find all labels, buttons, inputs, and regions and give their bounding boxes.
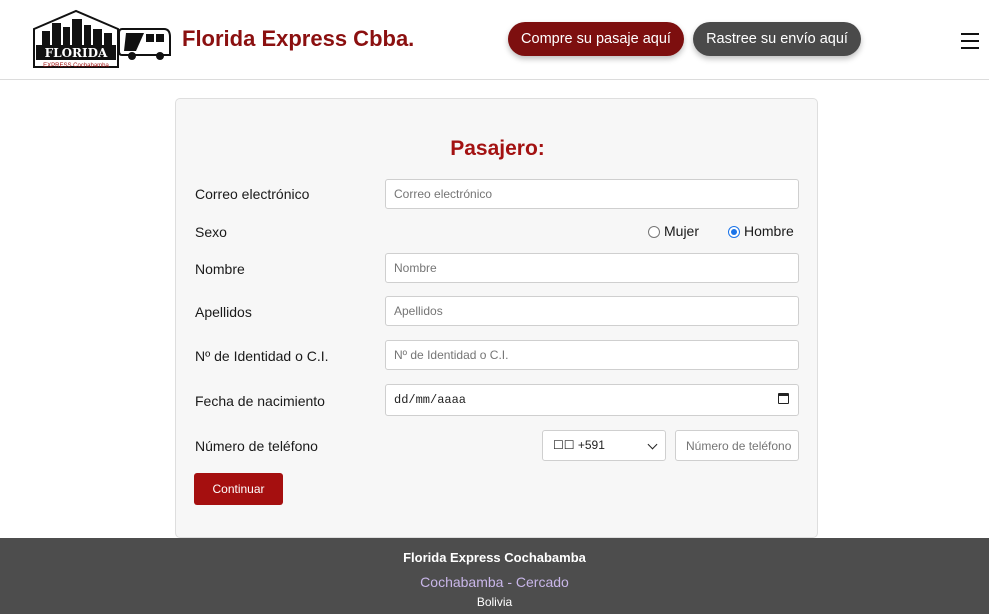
site-footer: Florida Express Cochabamba Cochabamba - …: [0, 538, 989, 614]
continue-button[interactable]: Continuar: [194, 473, 283, 505]
radio-female-label: Mujer: [664, 223, 700, 239]
footer-title: Florida Express Cochabamba: [403, 550, 586, 565]
birth-date-field[interactable]: dd/mm/aaaa: [385, 384, 799, 416]
logo-subtitle: EXPRESS Cochabamba: [43, 63, 109, 69]
phone-field[interactable]: [675, 430, 799, 461]
hamburger-icon[interactable]: [960, 31, 980, 51]
track-shipment-button[interactable]: Rastree su envío aquí: [693, 22, 861, 56]
calendar-icon[interactable]: [778, 393, 789, 404]
logo-wordmark: FLORIDA: [45, 46, 108, 60]
passenger-section-title: Pasajero:: [450, 137, 545, 160]
first-name-field[interactable]: [385, 253, 799, 283]
last-name-field[interactable]: [385, 296, 799, 326]
email-field[interactable]: [385, 179, 799, 209]
phone-label: Número de teléfono: [195, 438, 318, 454]
last-name-label: Apellidos: [195, 304, 252, 320]
radio-male-label: Hombre: [744, 223, 794, 239]
birth-date-placeholder: dd/mm/aaaa: [394, 393, 467, 407]
buy-ticket-button[interactable]: Compre su pasaje aquí: [508, 22, 684, 56]
id-number-field[interactable]: [385, 340, 799, 370]
brand-title: Florida Express Cbba.: [182, 26, 415, 51]
florida-express-logo[interactable]: FLORIDA EXPRESS Cochabamba: [32, 9, 172, 71]
passenger-form-card: Pasajero: Correo electrónico Sexo Mujer …: [175, 98, 818, 538]
footer-location-link[interactable]: Cochabamba - Cercado: [0, 574, 989, 590]
radio-female[interactable]: [648, 226, 660, 238]
radio-male[interactable]: [728, 226, 740, 238]
sex-label: Sexo: [195, 224, 227, 240]
country-code-value: ☐☐ +591: [553, 438, 605, 452]
country-code-select[interactable]: ☐☐ +591: [542, 430, 666, 461]
chevron-down-icon: [647, 439, 658, 450]
id-number-label: Nº de Identidad o C.I.: [195, 348, 329, 364]
footer-country: Bolivia: [476, 595, 513, 609]
birth-date-label: Fecha de nacimiento: [195, 393, 325, 409]
site-header: FLORIDA EXPRESS Cochabamba Florida Expre…: [0, 0, 989, 80]
first-name-label: Nombre: [195, 261, 245, 277]
email-label: Correo electrónico: [195, 186, 310, 202]
